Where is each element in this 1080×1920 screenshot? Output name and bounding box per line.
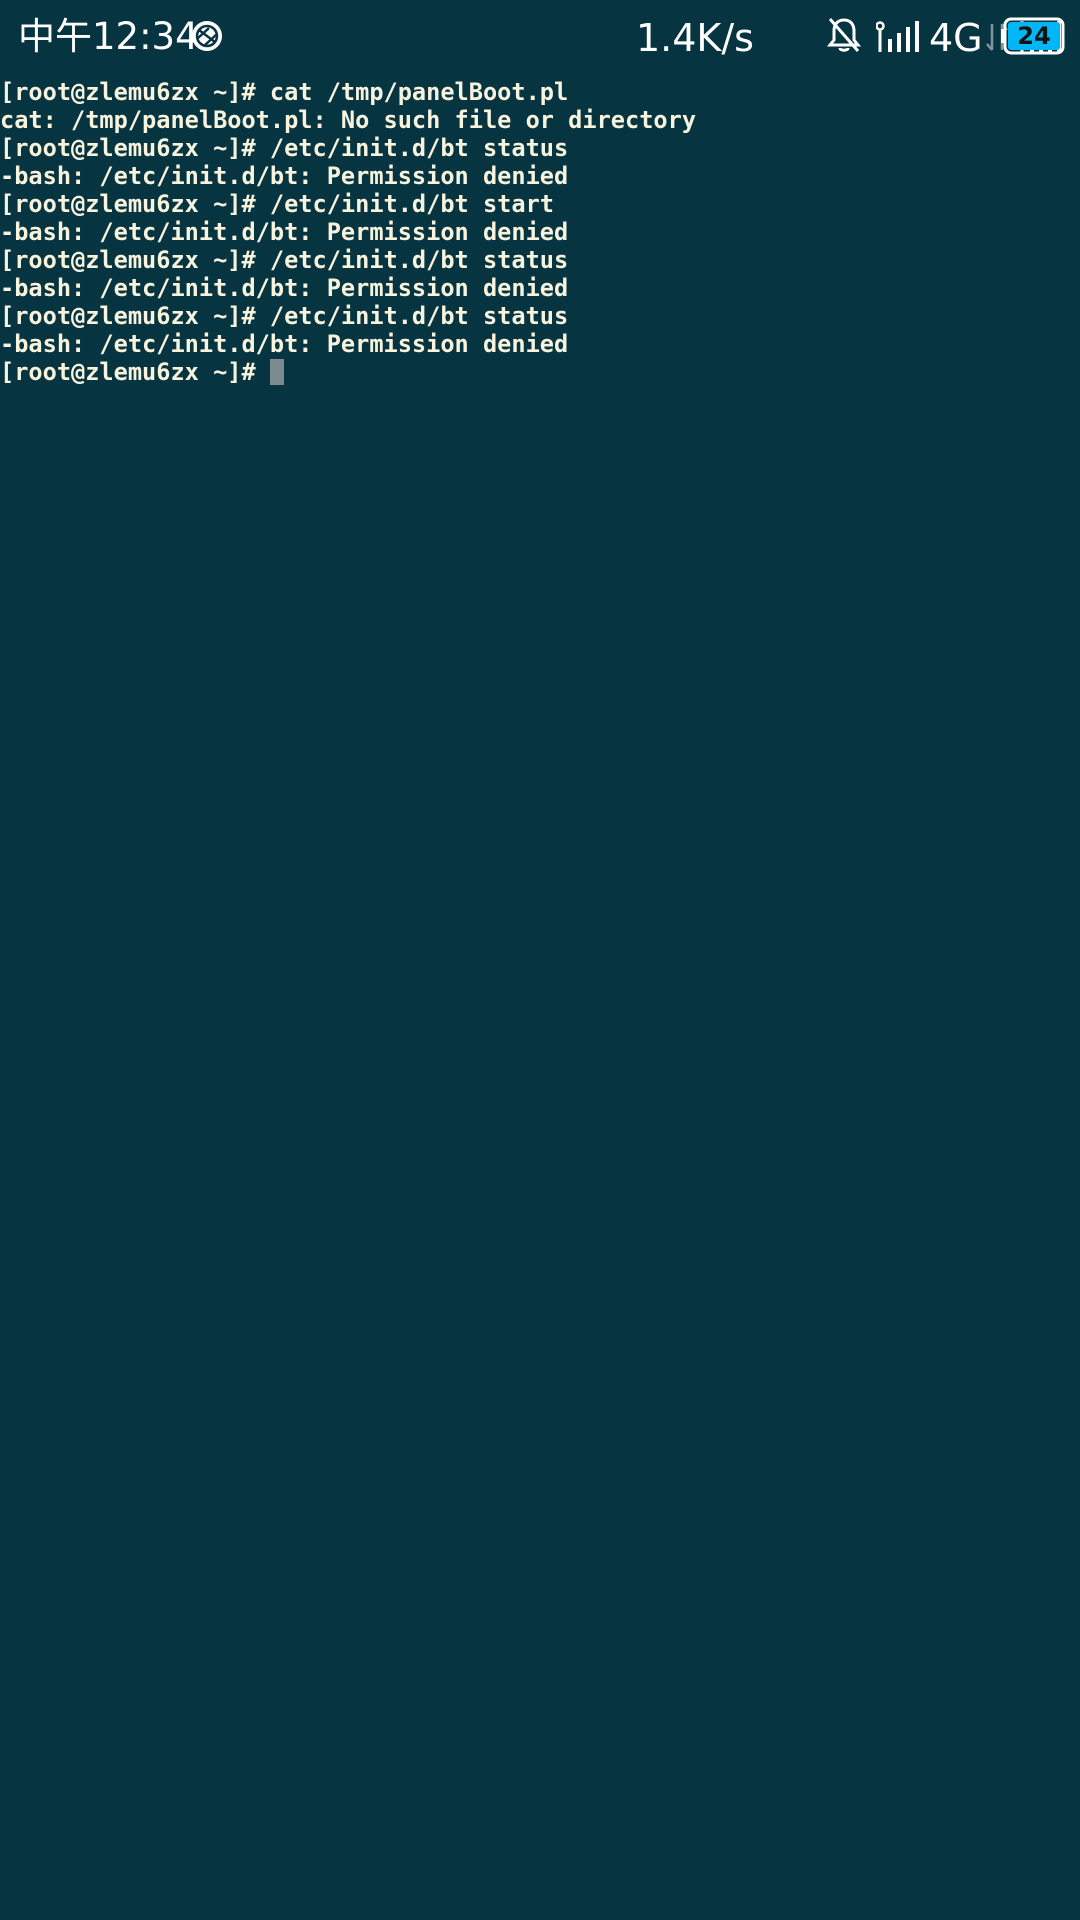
terminal-line: -bash: /etc/init.d/bt: Permission denied [0,218,569,246]
terminal-prompt: [root@zlemu6zx ~]# [0,358,270,386]
network-type: 4G [929,16,983,60]
status-time: 中午12:34 [18,15,199,58]
terminal-line: [root@zlemu6zx ~]# /etc/init.d/bt status [0,246,569,274]
terminal-line: -bash: /etc/init.d/bt: Permission denied [0,162,569,190]
network-speed: 1.4K/s [636,16,754,60]
terminal-line: [root@zlemu6zx ~]# /etc/init.d/bt status [0,134,569,162]
terminal-output[interactable]: [root@zlemu6zx ~]# cat /tmp/panelBoot.pl… [0,78,1080,1920]
bell-muted-icon [826,18,862,52]
terminal-line: -bash: /etc/init.d/bt: Permission denied [0,330,569,358]
terminal-line: -bash: /etc/init.d/bt: Permission denied [0,274,569,302]
terminal-line: [root@zlemu6zx ~]# /etc/init.d/bt status [0,302,569,330]
terminal-line: cat: /tmp/panelBoot.pl: No such file or … [0,106,697,134]
terminal-line: [root@zlemu6zx ~]# /etc/init.d/bt start [0,190,554,218]
status-bar: 中午12:34 1.4K/s 4G 24 [0,0,1080,74]
terminal-prompt-line[interactable]: [root@zlemu6zx ~]# [0,358,1080,386]
terminal-line: [root@zlemu6zx ~]# cat /tmp/panelBoot.pl [0,78,569,106]
browser-app-icon [192,21,222,51]
terminal-cursor[interactable] [269,359,284,385]
signal-bars-icon [876,21,919,52]
battery-level: 24 [1017,22,1051,50]
